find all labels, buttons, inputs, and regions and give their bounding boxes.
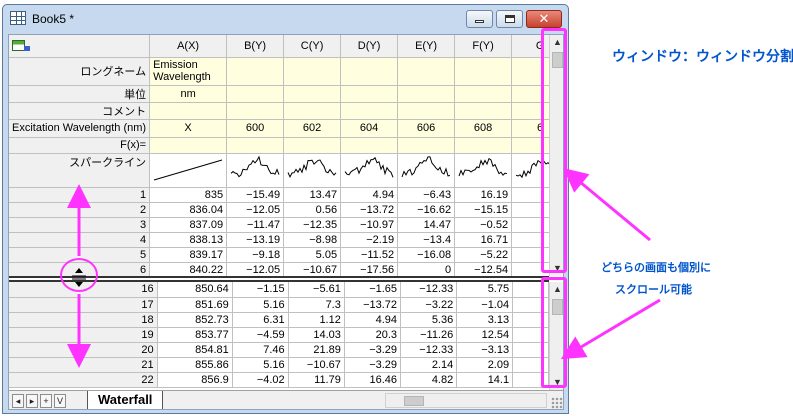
annotation-arrows [67,168,661,368]
split-cursor-icon [72,268,86,287]
arrow-to-top-scrollbar [563,168,651,242]
arrow-to-bottom-scrollbar [560,298,661,360]
